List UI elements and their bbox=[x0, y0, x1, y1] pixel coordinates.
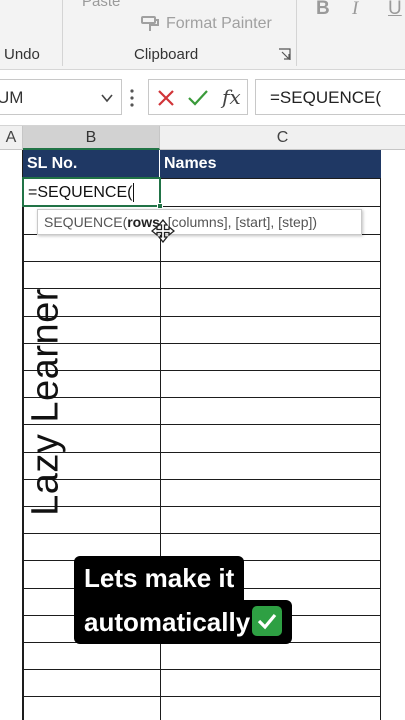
grid-row-line bbox=[23, 506, 381, 507]
move-cursor-icon bbox=[151, 219, 175, 243]
active-cell-b2[interactable]: =SEQUENCE( bbox=[22, 177, 163, 209]
table-header-row: SL No. Names bbox=[23, 150, 381, 178]
caption-overlay: Lets make it automatically bbox=[74, 556, 328, 644]
watermark: Lazy Learner bbox=[22, 288, 70, 516]
column-header-c[interactable]: C bbox=[160, 126, 405, 150]
paste-button[interactable]: Paste bbox=[82, 0, 120, 10]
grid-row-line bbox=[23, 370, 381, 371]
column-header-a[interactable]: A bbox=[0, 126, 23, 150]
grid-row-line bbox=[23, 669, 381, 670]
insert-function-button[interactable]: fx bbox=[222, 85, 241, 109]
grid-row-line bbox=[23, 424, 381, 425]
name-box-value: UM bbox=[0, 88, 24, 107]
grid-row-line bbox=[23, 343, 381, 344]
caption-line-2-text: automatically bbox=[84, 607, 251, 637]
tooltip-rest: , [columns], [start], [step]) bbox=[159, 214, 318, 230]
column-a-cells[interactable] bbox=[0, 150, 23, 720]
cancel-icon[interactable] bbox=[156, 88, 176, 108]
clipboard-group-label: Clipboard bbox=[134, 46, 199, 63]
formula-actions: fx bbox=[148, 79, 248, 115]
ribbon-separator bbox=[62, 0, 63, 66]
enter-check-icon[interactable] bbox=[187, 88, 209, 108]
grid-row-line bbox=[23, 479, 381, 480]
format-painter-icon bbox=[141, 16, 159, 31]
grid-row-line bbox=[23, 316, 381, 317]
caption-line-2: automatically bbox=[74, 600, 293, 644]
grid-row-line bbox=[23, 452, 381, 453]
header-names[interactable]: Names bbox=[160, 150, 381, 178]
italic-button[interactable]: I bbox=[352, 0, 358, 20]
underline-button[interactable]: U bbox=[388, 0, 402, 20]
column-header-b[interactable]: B bbox=[23, 126, 160, 150]
grid-row-line bbox=[23, 288, 381, 289]
format-painter-button[interactable]: Format Painter bbox=[140, 14, 272, 34]
undo-group-label: Undo bbox=[4, 46, 40, 63]
format-painter-label: Format Painter bbox=[166, 15, 272, 32]
grid-row-line bbox=[23, 261, 381, 262]
grid-row-line bbox=[23, 397, 381, 398]
caption-line-1: Lets make it bbox=[74, 556, 245, 600]
grid-row-line bbox=[23, 533, 381, 534]
grid-border bbox=[380, 178, 381, 720]
formula-text: =SEQUENCE( bbox=[270, 88, 381, 107]
formula-bar: UM fx =SEQUENCE( bbox=[0, 70, 405, 126]
ribbon-separator bbox=[296, 0, 297, 66]
name-box[interactable]: UM bbox=[0, 79, 122, 115]
check-mark-icon bbox=[252, 606, 283, 637]
dialog-launcher-icon[interactable] bbox=[278, 48, 291, 61]
header-sl-no[interactable]: SL No. bbox=[23, 150, 160, 178]
function-tooltip: SEQUENCE(rows, [columns], [start], [step… bbox=[37, 209, 362, 235]
ribbon: Paste Format Painter Undo Clipboard B I … bbox=[0, 0, 405, 70]
formula-input[interactable]: =SEQUENCE( bbox=[255, 79, 405, 115]
tooltip-function[interactable]: SEQUENCE( bbox=[44, 214, 127, 230]
text-caret bbox=[133, 183, 134, 202]
active-cell-text: =SEQUENCE( bbox=[28, 184, 133, 201]
grid-row-line bbox=[23, 696, 381, 697]
bold-button[interactable]: B bbox=[316, 0, 330, 20]
watermark-text: Lazy Learner bbox=[24, 288, 67, 516]
chevron-down-icon[interactable] bbox=[101, 92, 113, 104]
more-options-icon[interactable] bbox=[130, 88, 134, 108]
